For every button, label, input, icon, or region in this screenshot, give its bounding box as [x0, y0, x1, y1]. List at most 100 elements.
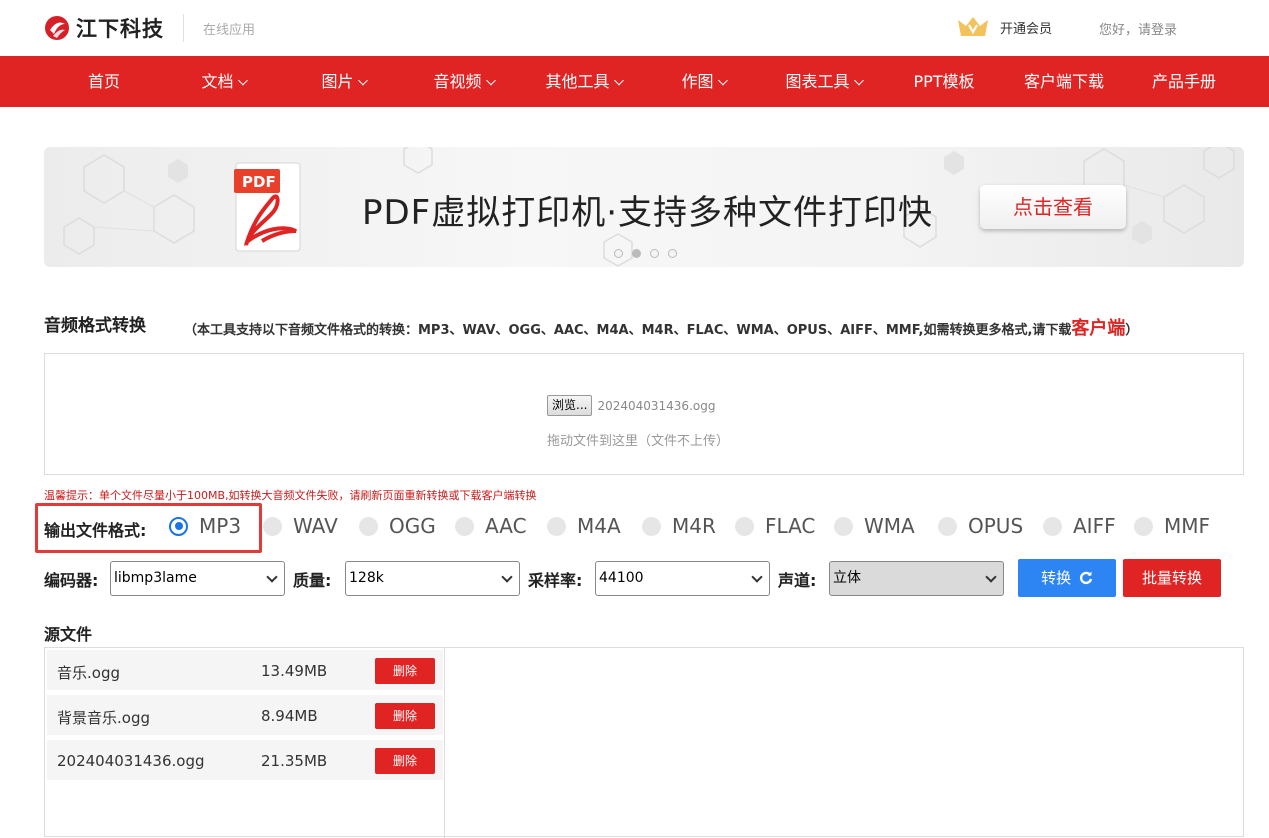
format-label: MMF: [1164, 514, 1211, 538]
nav-product-manual[interactable]: 产品手册: [1152, 56, 1216, 107]
encoder-select[interactable]: libmp3lame: [110, 561, 285, 596]
format-option-wav[interactable]: WAV: [263, 514, 338, 538]
format-option-opus[interactable]: OPUS: [938, 514, 1023, 538]
format-label: OPUS: [968, 514, 1024, 538]
refresh-icon: [1079, 571, 1093, 585]
client-download-link[interactable]: 客户端: [1071, 318, 1125, 339]
format-option-aiff[interactable]: AIFF: [1043, 514, 1116, 538]
file-name: 背景音乐.ogg: [57, 709, 150, 727]
file-size: 8.94MB: [261, 707, 318, 725]
nav-label: 作图: [681, 72, 714, 91]
promo-banner[interactable]: PDF PDF虚拟打印机·支持多种文件打印快 点击查看: [44, 147, 1244, 267]
tool-note-suffix: ）: [1125, 323, 1139, 338]
format-label: AIFF: [1073, 514, 1116, 538]
nav-label: 图片: [321, 72, 354, 91]
batch-convert-button[interactable]: 批量转换: [1123, 559, 1221, 597]
samplerate-value: 44100: [599, 570, 644, 586]
selected-file-name: 202404031436.ogg: [597, 398, 716, 413]
format-option-flac[interactable]: FLAC: [735, 514, 815, 538]
format-option-m4a[interactable]: M4A: [547, 514, 621, 538]
source-files-title: 源文件: [44, 625, 93, 644]
pdf-file-icon: PDF: [234, 162, 301, 252]
carousel-dot[interactable]: [614, 249, 623, 258]
format-label: WAV: [293, 514, 338, 538]
header-subtitle: 在线应用: [203, 23, 256, 38]
radio-checked[interactable]: [169, 516, 188, 536]
radio[interactable]: [359, 516, 378, 536]
delete-button[interactable]: 删除: [375, 703, 435, 729]
convert-button[interactable]: 转换: [1018, 559, 1116, 597]
radio[interactable]: [834, 516, 853, 536]
radio[interactable]: [642, 516, 661, 536]
samplerate-label: 采样率:: [528, 571, 583, 590]
nav-chart-tools[interactable]: 图表工具: [785, 56, 864, 107]
samplerate-select[interactable]: 44100: [595, 561, 770, 596]
radio[interactable]: [938, 516, 957, 536]
drop-hint: 拖动文件到这里（文件不上传）: [547, 434, 730, 449]
radio[interactable]: [1043, 516, 1062, 536]
chevron-down-icon: [501, 571, 513, 583]
nav-label: 首页: [87, 72, 121, 91]
nav-home[interactable]: 首页: [88, 56, 120, 107]
nav-drawing[interactable]: 作图: [681, 56, 728, 107]
format-option-mp3[interactable]: MP3: [169, 514, 241, 538]
format-option-wma[interactable]: WMA: [834, 514, 915, 538]
delete-button[interactable]: 删除: [375, 748, 435, 774]
nav-documents[interactable]: 文档: [201, 56, 248, 107]
delete-button[interactable]: 删除: [375, 658, 435, 684]
nav-audio-video[interactable]: 音视频: [433, 56, 496, 107]
chevron-down-icon: [751, 571, 763, 583]
format-label: AAC: [485, 514, 527, 538]
file-size: 21.35MB: [261, 752, 328, 770]
encoder-label: 编码器:: [44, 571, 99, 590]
radio[interactable]: [1134, 516, 1153, 536]
nav-label: 其他工具: [545, 72, 610, 91]
carousel-dot-active[interactable]: [632, 249, 641, 258]
nav-label: 音视频: [433, 72, 482, 91]
format-option-mmf[interactable]: MMF: [1134, 514, 1210, 538]
file-row: 背景音乐.ogg 8.94MB 删除: [47, 695, 443, 735]
banner-view-button[interactable]: 点击查看: [980, 185, 1126, 229]
chevron-down-icon: [238, 75, 248, 86]
format-label: FLAC: [765, 514, 816, 538]
radio[interactable]: [547, 516, 566, 536]
channel-select[interactable]: 立体: [829, 561, 1004, 596]
banner-headline: PDF虚拟打印机·支持多种文件打印快: [362, 193, 934, 233]
radio[interactable]: [455, 516, 474, 536]
logo[interactable]: 江下科技: [44, 12, 164, 44]
convert-label: 转换: [1041, 569, 1072, 587]
file-row: 202404031436.ogg 21.35MB 删除: [47, 740, 443, 780]
format-option-ogg[interactable]: OGG: [359, 514, 436, 538]
radio[interactable]: [263, 516, 282, 536]
quality-select[interactable]: 128k: [345, 561, 520, 596]
vip-label: 开通会员: [1000, 21, 1053, 37]
format-label: MP3: [199, 514, 242, 538]
nav-ppt-templates[interactable]: PPT模板: [913, 56, 974, 107]
nav-label: 产品手册: [1151, 72, 1217, 91]
channel-label: 声道:: [778, 571, 817, 590]
radio[interactable]: [735, 516, 754, 536]
file-name: 音乐.ogg: [57, 664, 120, 682]
login-link[interactable]: 您好，请登录: [1099, 19, 1177, 38]
logo-icon: [44, 15, 70, 41]
format-label: M4A: [577, 514, 621, 538]
nav-client-download[interactable]: 客户端下载: [1024, 56, 1104, 107]
header-divider: [183, 14, 184, 42]
nav-other-tools[interactable]: 其他工具: [545, 56, 624, 107]
format-option-m4r[interactable]: M4R: [642, 514, 716, 538]
chevron-down-icon: [358, 75, 368, 86]
carousel-dot[interactable]: [650, 249, 659, 258]
source-files-panel: 音乐.ogg 13.49MB 删除 背景音乐.ogg 8.94MB 删除 202…: [44, 647, 1244, 838]
nav-label: 文档: [201, 72, 234, 91]
nav-label: PPT模板: [913, 72, 975, 91]
vip-button[interactable]: 开通会员: [956, 14, 1052, 40]
nav-label: 图表工具: [785, 72, 850, 91]
file-drop-zone[interactable]: 浏览... 202404031436.ogg 拖动文件到这里（文件不上传）: [44, 353, 1244, 475]
browse-button[interactable]: 浏览...: [547, 395, 593, 416]
carousel-dot[interactable]: [668, 249, 677, 258]
chevron-down-icon: [614, 75, 624, 86]
format-label: OGG: [389, 514, 436, 538]
top-header: 江下科技 在线应用 开通会员 您好，请登录: [0, 0, 1269, 56]
format-option-aac[interactable]: AAC: [455, 514, 527, 538]
nav-images[interactable]: 图片: [321, 56, 368, 107]
